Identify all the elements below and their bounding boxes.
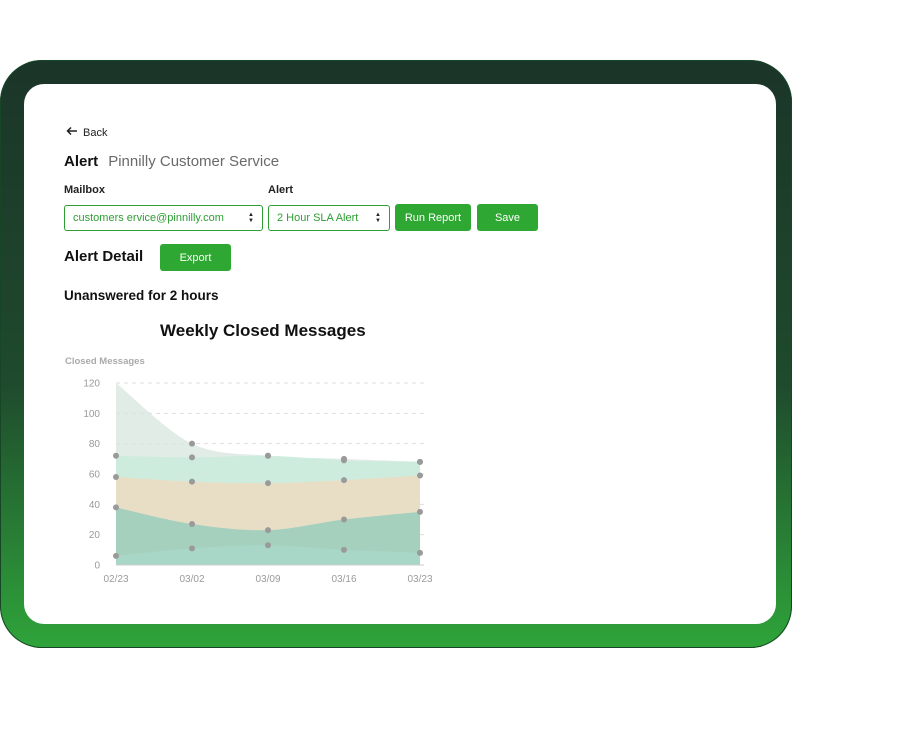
y-tick-label: 60 xyxy=(89,470,101,481)
data-point xyxy=(189,545,195,552)
y-tick-label: 80 xyxy=(89,439,101,450)
data-point xyxy=(417,508,423,515)
weekly-closed-messages-chart: 0 20 40 60 80 100 120 02/23 03/02 03/09 03/16 03/23 xyxy=(83,379,433,586)
data-point xyxy=(341,516,347,523)
data-point xyxy=(341,457,347,464)
y-tick-label: 0 xyxy=(94,561,100,572)
y-tick-label: 20 xyxy=(89,530,101,541)
data-point xyxy=(113,504,119,511)
x-tick-label: 03/02 xyxy=(179,574,204,585)
data-point xyxy=(189,454,195,461)
data-point xyxy=(189,440,195,447)
data-point xyxy=(341,477,347,484)
data-point xyxy=(417,472,423,479)
data-point xyxy=(417,458,423,465)
data-point xyxy=(265,542,271,549)
data-point xyxy=(265,452,271,459)
data-point xyxy=(113,452,119,459)
x-tick-label: 02/23 xyxy=(103,574,128,585)
x-tick-label: 03/16 xyxy=(331,574,356,585)
data-point xyxy=(417,549,423,556)
y-tick-label: 100 xyxy=(83,409,100,420)
y-tick-label: 40 xyxy=(89,500,101,511)
data-point xyxy=(189,521,195,528)
data-point xyxy=(265,480,271,487)
app-screen: Back Alert Pinnilly Customer Service Mai… xyxy=(24,84,776,624)
data-point xyxy=(265,527,271,534)
data-point xyxy=(113,474,119,481)
x-tick-label: 03/23 xyxy=(407,574,432,585)
y-tick-label: 120 xyxy=(83,379,100,390)
data-point xyxy=(113,552,119,559)
x-tick-label: 03/09 xyxy=(255,574,280,585)
data-point xyxy=(189,478,195,485)
data-point xyxy=(341,546,347,553)
